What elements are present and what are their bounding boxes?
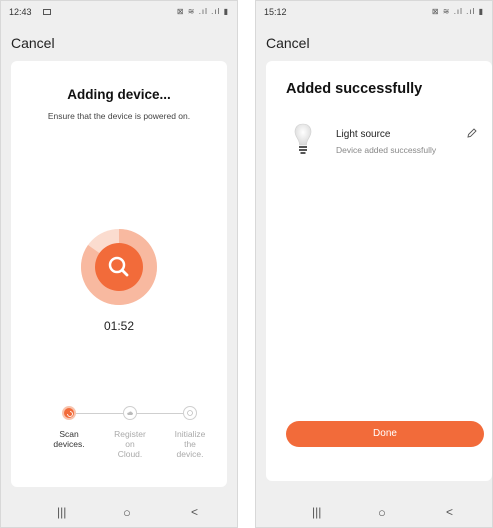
countdown-timer: 01:52 — [103, 319, 135, 333]
cancel-button[interactable]: Cancel — [11, 35, 55, 51]
device-name: Light source — [336, 129, 391, 140]
bulb-icon — [294, 123, 312, 154]
done-button[interactable]: Done — [286, 421, 484, 447]
device-status: Device added successfully — [336, 145, 437, 155]
spinner-icon — [67, 411, 73, 417]
navigation-bar: ||| ○ < — [1, 497, 237, 527]
status-bar: 15:12 ⊠ ≋ .ıl .ıl ▮ — [264, 7, 484, 19]
recents-button[interactable]: ||| — [57, 505, 66, 519]
status-icons: ⊠ ≋ .ıl .ıl ▮ — [176, 7, 229, 16]
step-label-scan: Scan devices. — [53, 429, 85, 449]
step-register-dot — [123, 406, 137, 420]
status-time: 12:43 — [9, 7, 32, 17]
added-successfully-card: Added successfully Light source Device a… — [266, 61, 492, 481]
step-label-initialize: Initialize the device. — [174, 429, 206, 459]
step-connector — [137, 413, 183, 414]
page-subtitle: Ensure that the device is powered on. — [47, 111, 191, 121]
step-scan-dot — [62, 406, 76, 420]
back-button[interactable]: < — [191, 505, 198, 519]
step-connector — [75, 413, 125, 414]
edit-pencil-icon[interactable] — [466, 127, 478, 139]
adding-device-card: Adding device... Ensure that the device … — [11, 61, 227, 487]
image-icon — [43, 9, 51, 15]
cloud-icon — [127, 411, 133, 415]
navigation-bar: ||| ○ < — [256, 497, 492, 527]
home-button[interactable]: ○ — [123, 505, 131, 520]
home-button[interactable]: ○ — [378, 505, 386, 520]
status-icons: ⊠ ≋ .ıl .ıl ▮ — [431, 7, 484, 16]
scan-progress-ring — [79, 227, 159, 307]
phone-screen-success: 15:12 ⊠ ≋ .ıl .ıl ▮ Cancel Added success… — [255, 0, 493, 528]
phone-screen-adding: 12:43 ⊠ ≋ .ıl .ıl ▮ Cancel Adding device… — [0, 0, 238, 528]
page-title: Adding device... — [67, 87, 171, 102]
status-time: 15:12 — [264, 7, 287, 17]
page-title: Added successfully — [286, 81, 423, 97]
step-initialize-dot — [183, 406, 197, 420]
status-bar: 12:43 ⊠ ≋ .ıl .ıl ▮ — [9, 7, 229, 19]
device-list-item[interactable]: Light source Device added successfully — [286, 121, 482, 161]
cancel-button[interactable]: Cancel — [266, 35, 310, 51]
check-circle-icon — [187, 410, 193, 416]
step-label-register: Register on Cloud. — [114, 429, 146, 459]
recents-button[interactable]: ||| — [312, 505, 321, 519]
back-button[interactable]: < — [446, 505, 453, 519]
